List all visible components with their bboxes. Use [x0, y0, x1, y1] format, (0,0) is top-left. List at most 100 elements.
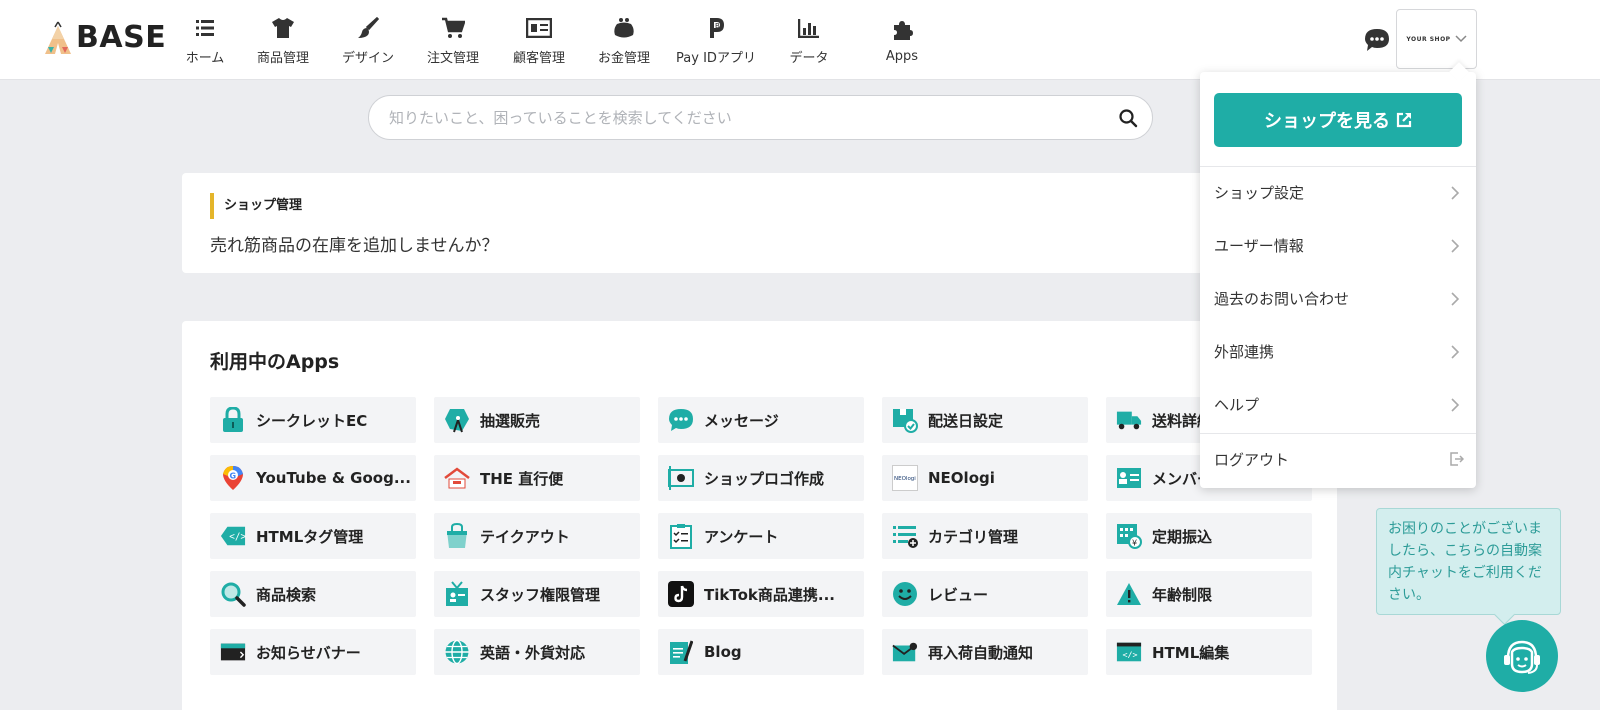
- menu-item-label: ユーザー情報: [1214, 237, 1304, 255]
- banner-icon: [220, 639, 246, 665]
- teepee-icon: [45, 21, 71, 54]
- apps-grid: シークレットEC 抽選販売 メッセージ 配送日設定 送料詳細 G YouTube…: [210, 397, 1312, 675]
- nav-label: 注文管理: [426, 50, 479, 66]
- tiktok-icon: [668, 581, 694, 607]
- app-tile-survey[interactable]: アンケート: [658, 513, 864, 559]
- search-icon[interactable]: [1118, 108, 1138, 128]
- base-logo[interactable]: BASE: [44, 20, 166, 55]
- nav-label: ホーム: [185, 50, 225, 66]
- view-shop-button[interactable]: ショップを見る: [1214, 93, 1462, 147]
- nav-item-products[interactable]: 商品管理: [240, 0, 326, 80]
- mail-icon: [892, 639, 918, 665]
- app-tile-periodic-transfer[interactable]: ¥ 定期振込: [1106, 513, 1312, 559]
- app-tile-category[interactable]: カテゴリ管理: [882, 513, 1088, 559]
- clipboard-icon: [668, 523, 694, 549]
- app-tile-shop-logo[interactable]: ショップロゴ作成: [658, 455, 864, 501]
- menu-item-external-integration[interactable]: 外部連携: [1200, 325, 1476, 378]
- menu-item-user-info[interactable]: ユーザー情報: [1200, 219, 1476, 272]
- shop-notice-card[interactable]: ショップ管理 売れ筋商品の在庫を追加しませんか？: [182, 173, 1337, 273]
- nav-item-payid[interactable]: B Pay IDアプリ: [666, 0, 766, 80]
- help-bubble[interactable]: お困りのことがございましたら、こちらの自動案内チャットをご利用ください。: [1376, 508, 1561, 615]
- app-tile-product-search[interactable]: 商品検索: [210, 571, 416, 617]
- app-tile-english-currency[interactable]: 英語・外貨対応: [434, 629, 640, 675]
- nav-label: 顧客管理: [512, 50, 565, 66]
- app-tile-the-chokkobin[interactable]: THE 直行便: [434, 455, 640, 501]
- nav-item-apps[interactable]: Apps: [852, 0, 952, 80]
- app-tile-takeout[interactable]: テイクアウト: [434, 513, 640, 559]
- category-list-icon: [892, 523, 918, 549]
- app-tile-lottery[interactable]: 抽選販売: [434, 397, 640, 443]
- app-tile-neologi[interactable]: NEOlogi NEOlogi: [882, 455, 1088, 501]
- message-icon: [668, 407, 694, 433]
- logout-label: ログアウト: [1214, 451, 1290, 469]
- svg-text:G: G: [230, 472, 237, 481]
- nav-item-home[interactable]: ホーム: [170, 0, 240, 80]
- chatbot-button[interactable]: [1486, 620, 1558, 692]
- home-list-icon: [192, 15, 218, 41]
- app-tile-staff-permission[interactable]: スタッフ権限管理: [434, 571, 640, 617]
- house-icon: [444, 465, 470, 491]
- id-card-icon: [526, 15, 552, 41]
- search-input[interactable]: [389, 106, 1109, 130]
- app-tile-blog[interactable]: Blog: [658, 629, 864, 675]
- globe-icon: [444, 639, 470, 665]
- brush-icon: [355, 15, 381, 41]
- app-label: カテゴリ管理: [928, 527, 1019, 546]
- app-tile-html-tag[interactable]: </> HTMLタグ管理: [210, 513, 416, 559]
- app-label: 定期振込: [1152, 527, 1213, 546]
- app-label: テイクアウト: [480, 527, 570, 546]
- tshirt-icon: [270, 15, 296, 41]
- app-label: HTML編集: [1152, 643, 1230, 662]
- nav-item-customers[interactable]: 顧客管理: [496, 0, 582, 80]
- blog-icon: [668, 639, 694, 665]
- shop-label: YOUR SHOP: [1406, 35, 1451, 43]
- app-label: 抽選販売: [480, 411, 541, 430]
- menu-item-label: ヘルプ: [1214, 396, 1260, 414]
- chevron-down-icon: [1455, 35, 1467, 43]
- staff-badge-icon: [444, 581, 470, 607]
- app-label: THE 直行便: [480, 469, 564, 488]
- app-tile-message[interactable]: メッセージ: [658, 397, 864, 443]
- shop-menu-button[interactable]: YOUR SHOP: [1396, 9, 1477, 69]
- app-tile-delivery-date[interactable]: 配送日設定: [882, 397, 1088, 443]
- menu-item-past-inquiries[interactable]: 過去のお問い合わせ: [1200, 272, 1476, 325]
- truck-icon: [1116, 407, 1142, 433]
- delivery-date-icon: [892, 407, 918, 433]
- app-label: レビュー: [928, 585, 989, 604]
- svg-text:¥: ¥: [1132, 539, 1137, 548]
- app-label: HTMLタグ管理: [256, 527, 364, 546]
- menu-item-label: 外部連携: [1214, 343, 1275, 361]
- nav-label: Apps: [885, 48, 919, 64]
- apps-title: 利用中のApps: [210, 351, 340, 373]
- app-tile-restock-notice[interactable]: 再入荷自動通知: [882, 629, 1088, 675]
- magnifier-icon: [220, 581, 246, 607]
- nav-item-design[interactable]: デザイン: [326, 0, 410, 80]
- cart-icon: [440, 15, 466, 41]
- nav-label: デザイン: [341, 50, 394, 66]
- menu-item-shop-settings[interactable]: ショップ設定: [1200, 166, 1476, 219]
- html-tag-icon: </>: [220, 523, 246, 549]
- nav-item-money[interactable]: お金管理: [582, 0, 666, 80]
- app-tile-youtube-google[interactable]: G YouTube & Goog...: [210, 455, 416, 501]
- app-tile-secret-ec[interactable]: シークレットEC: [210, 397, 416, 443]
- menu-item-help[interactable]: ヘルプ: [1200, 378, 1476, 431]
- svg-text:B: B: [715, 22, 720, 30]
- app-label: メッセージ: [704, 411, 779, 430]
- nav-label: データ: [789, 50, 829, 66]
- app-label: シークレットEC: [256, 411, 368, 430]
- app-tile-notice-banner[interactable]: お知らせバナー: [210, 629, 416, 675]
- chat-icon[interactable]: [1364, 28, 1390, 52]
- google-icon: G: [220, 465, 246, 491]
- smile-icon: [892, 581, 918, 607]
- logout-button[interactable]: ログアウト: [1200, 433, 1476, 486]
- app-label: TikTok商品連携...: [704, 585, 835, 604]
- app-tile-tiktok[interactable]: TikTok商品連携...: [658, 571, 864, 617]
- app-tile-review[interactable]: レビュー: [882, 571, 1088, 617]
- app-tile-age-restriction[interactable]: 年齢制限: [1106, 571, 1312, 617]
- nav-item-orders[interactable]: 注文管理: [410, 0, 496, 80]
- member-card-icon: [1116, 465, 1142, 491]
- app-tile-html-edit[interactable]: </> HTML編集: [1106, 629, 1312, 675]
- app-label: ショップロゴ作成: [704, 469, 825, 488]
- nav-item-data[interactable]: データ: [766, 0, 852, 80]
- menu-item-label: 過去のお問い合わせ: [1214, 290, 1350, 308]
